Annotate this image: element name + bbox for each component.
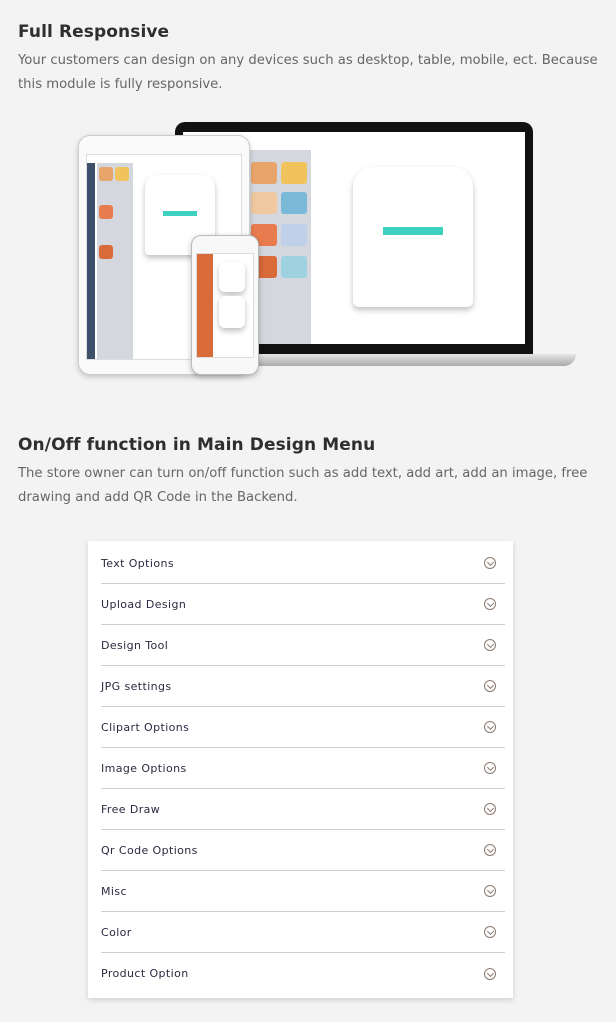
menu-item-label: Misc (101, 884, 127, 898)
menu-item-label: Image Options (101, 761, 187, 775)
menu-item-color[interactable]: Color (101, 912, 505, 953)
menu-item-free-draw[interactable]: Free Draw (101, 789, 505, 830)
menu-item-clipart-options[interactable]: Clipart Options (101, 707, 505, 748)
menu-item-upload-design[interactable]: Upload Design (101, 584, 505, 625)
menu-item-label: Design Tool (101, 638, 169, 652)
menu-item-product-option[interactable]: Product Option (101, 953, 505, 994)
menu-item-misc[interactable]: Misc (101, 871, 505, 912)
section-description-onoff: The store owner can turn on/off function… (18, 466, 588, 505)
section-description-responsive: Your customers can design on any devices… (18, 53, 598, 92)
chevron-down-circle-icon[interactable] (484, 721, 496, 733)
chevron-down-circle-icon[interactable] (484, 926, 496, 938)
phone-mockup (191, 235, 259, 375)
chevron-down-circle-icon[interactable] (484, 680, 496, 692)
chevron-down-circle-icon[interactable] (484, 803, 496, 815)
menu-item-label: Clipart Options (101, 720, 190, 734)
menu-item-design-tool[interactable]: Design Tool (101, 625, 505, 666)
chevron-down-circle-icon[interactable] (484, 844, 496, 856)
chevron-down-circle-icon[interactable] (484, 598, 496, 610)
chevron-down-circle-icon[interactable] (484, 639, 496, 651)
section-title-onoff: On/Off function in Main Design Menu (18, 435, 376, 455)
chevron-down-circle-icon[interactable] (484, 885, 496, 897)
menu-item-label: Qr Code Options (101, 843, 198, 857)
menu-item-label: Color (101, 925, 132, 939)
chevron-down-circle-icon[interactable] (484, 557, 496, 569)
menu-item-qr-code-options[interactable]: Qr Code Options (101, 830, 505, 871)
menu-item-label: Free Draw (101, 802, 161, 816)
menu-item-text-options[interactable]: Text Options (101, 543, 505, 584)
chevron-down-circle-icon[interactable] (484, 762, 496, 774)
section-title-responsive: Full Responsive (18, 22, 170, 42)
menu-item-jpg-settings[interactable]: JPG settings (101, 666, 505, 707)
menu-item-image-options[interactable]: Image Options (101, 748, 505, 789)
design-menu-panel: Text Options Upload Design Design Tool J… (88, 541, 513, 998)
menu-item-label: Product Option (101, 967, 189, 980)
menu-item-label: JPG settings (101, 679, 172, 693)
chevron-down-circle-icon[interactable] (484, 967, 496, 980)
menu-item-label: Upload Design (101, 597, 187, 611)
menu-item-label: Text Options (101, 556, 174, 570)
devices-mockup-image (78, 122, 576, 380)
